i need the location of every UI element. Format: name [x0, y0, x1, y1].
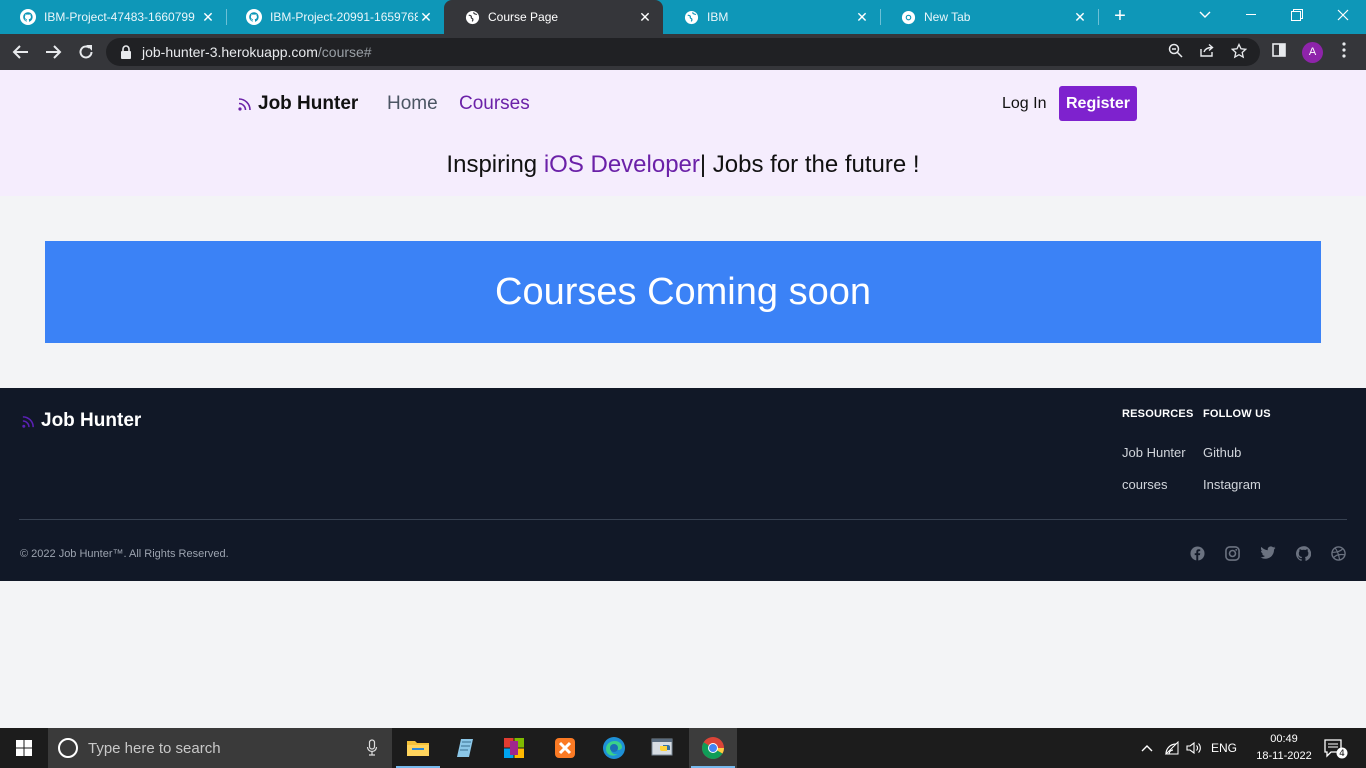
- back-arrow-icon[interactable]: [9, 40, 33, 64]
- browser-tab-5[interactable]: New Tab ✕: [880, 0, 1098, 34]
- restore-window-button[interactable]: [1274, 0, 1320, 30]
- notification-count: 4: [1339, 749, 1345, 759]
- footer-brand[interactable]: Job Hunter: [21, 410, 141, 432]
- url-path: /course#: [317, 44, 372, 60]
- footer-link-courses[interactable]: courses: [1122, 477, 1168, 492]
- minimize-window-button[interactable]: [1228, 0, 1274, 30]
- cortana-search-icon: [58, 738, 78, 758]
- edge-taskbar-icon[interactable]: [590, 728, 638, 768]
- footer-link-job-hunter[interactable]: Job Hunter: [1122, 445, 1186, 460]
- login-link[interactable]: Log In: [1002, 95, 1046, 113]
- address-bar[interactable]: job-hunter-3.herokuapp.com/course#: [106, 38, 1260, 66]
- brand-name: Job Hunter: [258, 93, 359, 114]
- language-indicator[interactable]: ENG: [1206, 728, 1242, 768]
- hero-tagline: Inspiring iOS Developer| Jobs for the fu…: [0, 151, 1366, 179]
- site-brand[interactable]: Job Hunter: [237, 93, 358, 115]
- tab-title: IBM-Project-47483-1660799: [44, 10, 195, 24]
- resources-heading: RESOURCES: [1122, 408, 1194, 420]
- tab-title: Course Page: [488, 10, 559, 24]
- follow-us-heading: FOLLOW US: [1203, 408, 1271, 420]
- clock-date: 18-11-2022: [1256, 750, 1312, 762]
- tagline-suffix: | Jobs for the future !: [699, 151, 920, 178]
- globe-icon: [464, 9, 480, 25]
- office-apps-taskbar-icon[interactable]: [490, 728, 538, 768]
- footer-brand-name: Job Hunter: [41, 410, 142, 431]
- nav-courses-link[interactable]: Courses: [459, 93, 530, 115]
- close-tab-icon[interactable]: ✕: [200, 9, 216, 26]
- more-menu-icon[interactable]: [1334, 42, 1354, 62]
- chrome-icon: [900, 9, 916, 25]
- browser-tab-3-active[interactable]: Course Page ✕: [444, 0, 663, 34]
- copyright-text: © 2022 Job Hunter™. All Rights Reserved.: [20, 548, 229, 560]
- xampp-taskbar-icon[interactable]: [541, 728, 589, 768]
- browser-tab-1[interactable]: IBM-Project-47483-1660799 ✕: [0, 0, 226, 34]
- microphone-icon[interactable]: [366, 738, 378, 758]
- github-icon: [246, 9, 262, 25]
- tagline-prefix: Inspiring: [446, 151, 544, 178]
- twitter-icon[interactable]: [1260, 546, 1276, 562]
- footer-link-instagram[interactable]: Instagram: [1203, 477, 1261, 492]
- notepad-taskbar-icon[interactable]: [442, 728, 490, 768]
- url-host: job-hunter-3.herokuapp.com: [142, 44, 318, 60]
- tab-title: IBM-Project-20991-1659768: [270, 10, 418, 24]
- dribbble-icon[interactable]: [1331, 546, 1347, 562]
- notification-center-icon[interactable]: 4: [1318, 728, 1352, 768]
- windows-taskbar: Type here to search ENG 00:49 18-11-2022: [0, 728, 1366, 768]
- taskbar-search-placeholder: Type here to search: [88, 740, 221, 757]
- globe-icon: [683, 9, 699, 25]
- url-text: job-hunter-3.herokuapp.com/course#: [142, 44, 372, 60]
- side-panel-icon[interactable]: [1269, 42, 1289, 62]
- clock-time: 00:49: [1270, 733, 1298, 745]
- forward-arrow-icon[interactable]: [41, 40, 65, 64]
- reload-icon[interactable]: [74, 40, 98, 64]
- tab-title: New Tab: [924, 10, 971, 24]
- facebook-icon[interactable]: [1190, 546, 1206, 562]
- nav-home-link[interactable]: Home: [387, 93, 438, 115]
- close-tab-icon[interactable]: ✕: [854, 9, 870, 26]
- browser-tab-strip: IBM-Project-47483-1660799 ✕ IBM-Project-…: [0, 0, 1366, 34]
- taskbar-clock[interactable]: 00:49 18-11-2022: [1254, 731, 1314, 765]
- register-button[interactable]: Register: [1059, 86, 1137, 121]
- wifi-icon[interactable]: [1162, 728, 1182, 768]
- windows-start-icon[interactable]: [0, 728, 48, 768]
- rss-logo-icon: [238, 98, 251, 111]
- tab-title: IBM: [707, 10, 729, 24]
- github-icon: [20, 9, 36, 25]
- tagline-role: iOS Developer: [543, 151, 700, 178]
- browser-toolbar: job-hunter-3.herokuapp.com/course# A: [0, 34, 1366, 70]
- browser-tab-2[interactable]: IBM-Project-20991-1659768 ✕: [226, 0, 444, 34]
- instagram-icon[interactable]: [1225, 546, 1241, 562]
- footer-link-github[interactable]: Github: [1203, 445, 1241, 460]
- courses-banner: Courses Coming soon: [45, 241, 1321, 343]
- close-tab-icon[interactable]: ✕: [418, 9, 434, 26]
- site-footer: Job Hunter RESOURCES Job Hunter courses …: [0, 388, 1366, 581]
- profile-avatar[interactable]: A: [1302, 42, 1323, 63]
- python-idle-taskbar-icon[interactable]: [639, 728, 687, 768]
- chrome-taskbar-icon[interactable]: [689, 728, 737, 768]
- browser-tab-4[interactable]: IBM ✕: [663, 0, 880, 34]
- banner-text: Courses Coming soon: [495, 270, 871, 313]
- bookmark-star-icon[interactable]: [1230, 42, 1248, 61]
- footer-divider: [19, 519, 1347, 520]
- lock-icon: [120, 45, 132, 59]
- volume-icon[interactable]: [1184, 728, 1204, 768]
- close-tab-icon[interactable]: ✕: [1072, 9, 1088, 26]
- share-icon[interactable]: [1198, 43, 1216, 61]
- show-hidden-icons-chevron-icon[interactable]: [1138, 728, 1156, 768]
- rss-logo-icon: [22, 415, 34, 428]
- file-explorer-taskbar-icon[interactable]: [394, 728, 442, 768]
- github-icon[interactable]: [1295, 546, 1312, 562]
- close-tab-icon[interactable]: ✕: [637, 9, 653, 26]
- close-window-button[interactable]: [1320, 0, 1366, 30]
- tab-search-chevron-icon[interactable]: [1182, 0, 1228, 30]
- taskbar-search-box[interactable]: Type here to search: [48, 728, 392, 768]
- site-header: Job Hunter Home Courses Log In Register …: [0, 70, 1366, 196]
- new-tab-button[interactable]: +: [1108, 5, 1132, 29]
- tab-separator: [1098, 9, 1099, 25]
- zoom-icon[interactable]: [1166, 43, 1184, 61]
